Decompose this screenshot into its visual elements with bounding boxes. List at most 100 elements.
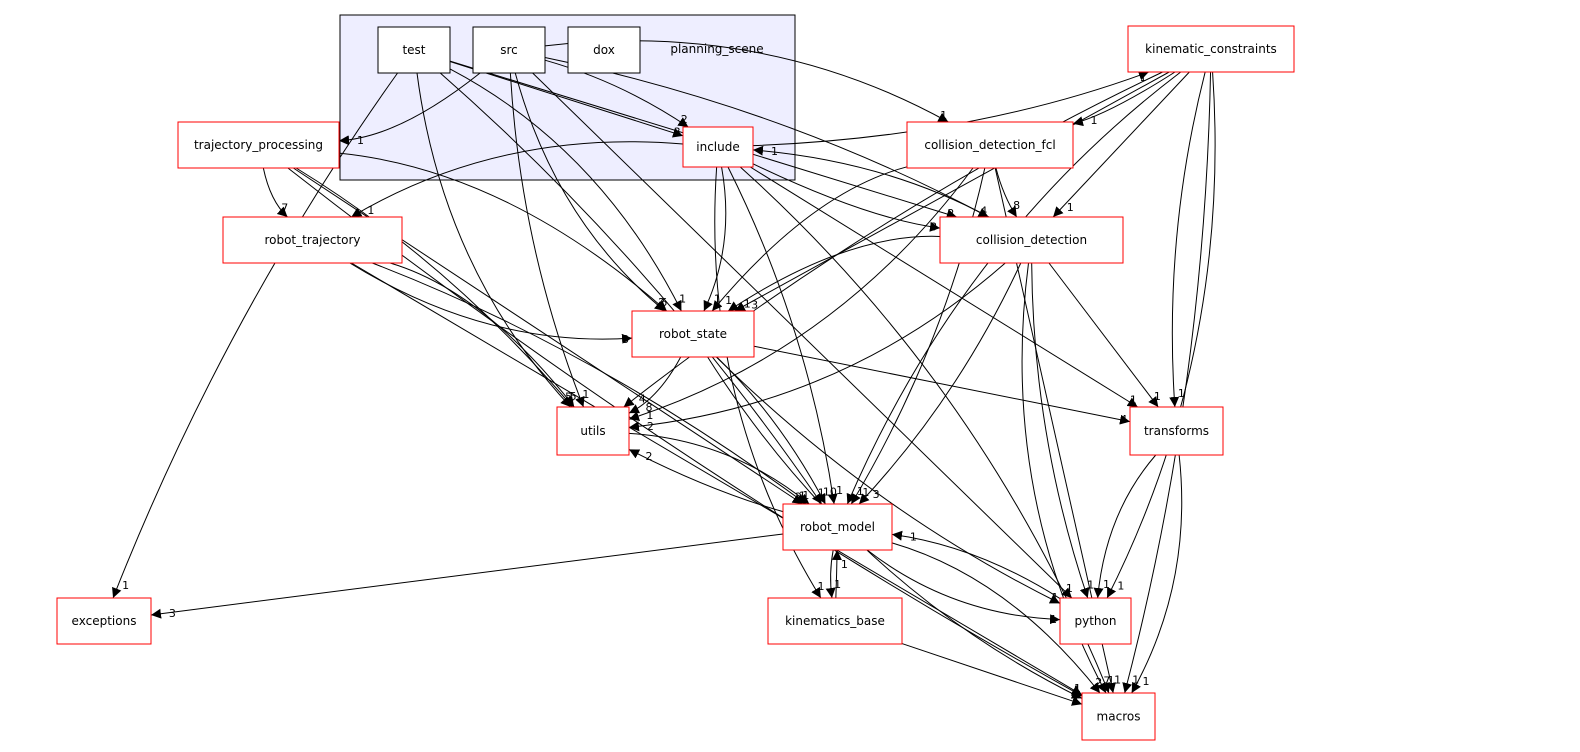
edge-robot_trajectory-to-robot_model[interactable] [372, 262, 807, 505]
edge-count-label[interactable]: 1 [836, 484, 843, 497]
edge-count-label[interactable]: 2 [645, 450, 652, 463]
edge-count-label[interactable]: 1 [725, 294, 732, 307]
edge-count-label[interactable]: 1 [582, 388, 589, 401]
edge-transforms-to-macros[interactable] [1131, 454, 1183, 694]
edge-robot_model-to-exceptions[interactable] [150, 533, 784, 619]
edge-count-label[interactable]: 1 [802, 489, 809, 502]
node-kinematics-base[interactable]: kinematics_base [767, 597, 903, 645]
edge-count-label[interactable]: 1 [1154, 390, 1161, 403]
edge-count-label[interactable]: 1 [1091, 114, 1098, 127]
edge-kinematic_constraints-to-python[interactable] [1106, 71, 1216, 599]
edge-count-label[interactable]: 1 [1050, 613, 1057, 626]
edge-kinematic_constraints-to-transforms[interactable] [1169, 71, 1206, 408]
node-label: python [1075, 614, 1117, 628]
node-robot-state[interactable]: robot_state [631, 310, 755, 358]
node-label: trajectory_processing [194, 138, 323, 152]
edge-count-label[interactable]: 1 [1130, 394, 1137, 407]
edge-kinematic_constraints-to-macros[interactable] [1122, 71, 1212, 694]
edge-kinematic_constraints-to-collision_detection[interactable] [1052, 71, 1190, 218]
edge-count-label[interactable]: 1 [1142, 675, 1149, 688]
edge-count-label[interactable]: 1 [1066, 582, 1073, 595]
edge-count-label[interactable]: 1 [122, 579, 129, 592]
edge-robot_state-to-robot_model[interactable] [716, 356, 826, 505]
node-python[interactable]: python [1059, 597, 1132, 645]
node-label: macros [1097, 710, 1141, 724]
edge-include-to-transforms[interactable] [750, 166, 1139, 408]
node-robot-model[interactable]: robot_model [782, 503, 893, 551]
node-label: kinematics_base [785, 614, 885, 628]
node-test[interactable]: test [377, 26, 451, 74]
edge-kinematics_base-to-macros[interactable] [901, 643, 1083, 706]
edge-trajectory_processing-to-utils[interactable] [295, 167, 573, 408]
node-src[interactable]: src [472, 26, 546, 74]
edge-count-label[interactable]: 6 [660, 296, 667, 309]
node-label: exceptions [72, 614, 137, 628]
edge-count-label[interactable]: 2 [681, 113, 688, 126]
edge-count-label[interactable]: 7 [1103, 675, 1110, 688]
edge-count-label[interactable]: 1 [1051, 591, 1058, 604]
edge-count-label[interactable]: 1 [818, 580, 825, 593]
edge-transforms-to-python[interactable] [1093, 454, 1157, 599]
node-label: robot_trajectory [264, 233, 360, 247]
edge-count-label[interactable]: 8 [646, 401, 653, 414]
edge-count-label[interactable]: 1 [744, 297, 751, 310]
edge-count-label[interactable]: 1 [679, 292, 686, 305]
node-include[interactable]: include [682, 126, 754, 168]
edge-count-label[interactable]: 1 [714, 292, 721, 305]
node-kinematic-constraints[interactable]: kinematic_constraints [1127, 25, 1295, 73]
cluster-label: planning_scene [670, 42, 763, 56]
node-label: kinematic_constraints [1145, 42, 1277, 56]
node-label: robot_model [800, 520, 875, 534]
edge-collision_detection_fcl-to-robot_state[interactable] [711, 166, 908, 312]
node-label: collision_detection_fcl [924, 138, 1055, 152]
edge-count-label[interactable]: 1 [1073, 694, 1080, 707]
edge-count-label[interactable]: 3 [169, 607, 176, 620]
edge-count-label[interactable]: 1 [834, 578, 841, 591]
edge-count-label[interactable]: 1 [357, 134, 364, 147]
edge-count-label[interactable]: 3 [751, 298, 758, 311]
node-label: utils [580, 424, 605, 438]
edge-count-label[interactable]: 1 [367, 204, 374, 217]
node-label: transforms [1144, 424, 1209, 438]
node-macros[interactable]: macros [1081, 692, 1156, 741]
edge-count-label[interactable]: 1 [910, 530, 917, 543]
node-collision-detection[interactable]: collision_detection [939, 216, 1124, 264]
directory-dependency-graph: planning_scene 1231511212141111113111111… [56, 14, 1295, 741]
edge-count-label[interactable]: 4 [1120, 413, 1127, 426]
edge-kinematic_constraints-to-robot_state[interactable] [734, 71, 1170, 312]
edge-collision_detection-to-robot_state[interactable] [727, 235, 941, 312]
node-label: dox [593, 43, 615, 57]
edge-python-to-robot_model[interactable] [891, 530, 1061, 599]
node-label: collision_detection [976, 233, 1087, 247]
edge-count-label[interactable]: 1 [1067, 201, 1074, 214]
edge-robot_state-to-python[interactable] [715, 356, 1061, 604]
node-collision-detection-fcl[interactable]: collision_detection_fcl [906, 121, 1074, 169]
edge-robot_trajectory-to-robot_state[interactable] [349, 262, 633, 344]
edge-count-label[interactable]: 3 [930, 220, 937, 233]
node-trajectory-processing[interactable]: trajectory_processing [177, 121, 340, 169]
edge-count-label[interactable]: 1 [1117, 579, 1124, 592]
edge-count-label[interactable]: 7 [281, 202, 288, 215]
node-label: src [500, 43, 518, 57]
node-robot-trajectory[interactable]: robot_trajectory [222, 216, 403, 264]
edge-count-label[interactable]: 8 [1013, 199, 1020, 212]
edge-count-label[interactable]: 2 [647, 420, 654, 433]
edge-count-label[interactable]: 1 [771, 145, 778, 158]
edge-count-label[interactable]: 10 [823, 486, 837, 499]
edge-count-label[interactable]: 3 [622, 333, 629, 346]
node-label: include [696, 140, 739, 154]
node-dox[interactable]: dox [567, 26, 641, 74]
node-utils[interactable]: utils [556, 406, 630, 456]
edge-count-label[interactable]: 1 [1103, 578, 1110, 591]
edge-count-label[interactable]: 1 [1087, 579, 1094, 592]
node-transforms[interactable]: transforms [1129, 406, 1224, 456]
edge-count-label[interactable]: 1 [940, 109, 947, 122]
edge-count-label[interactable]: 2 [1095, 676, 1102, 689]
node-label: test [402, 43, 425, 57]
edge-robot_state-to-utils[interactable] [628, 356, 682, 414]
edge-count-label[interactable]: 1 [1114, 673, 1121, 686]
edge-count-label[interactable]: 1 [841, 558, 848, 571]
edge-robot_model-to-kinematics_base[interactable] [825, 549, 836, 599]
node-exceptions[interactable]: exceptions [56, 597, 152, 645]
edge-count-label[interactable]: 5 [570, 390, 577, 403]
